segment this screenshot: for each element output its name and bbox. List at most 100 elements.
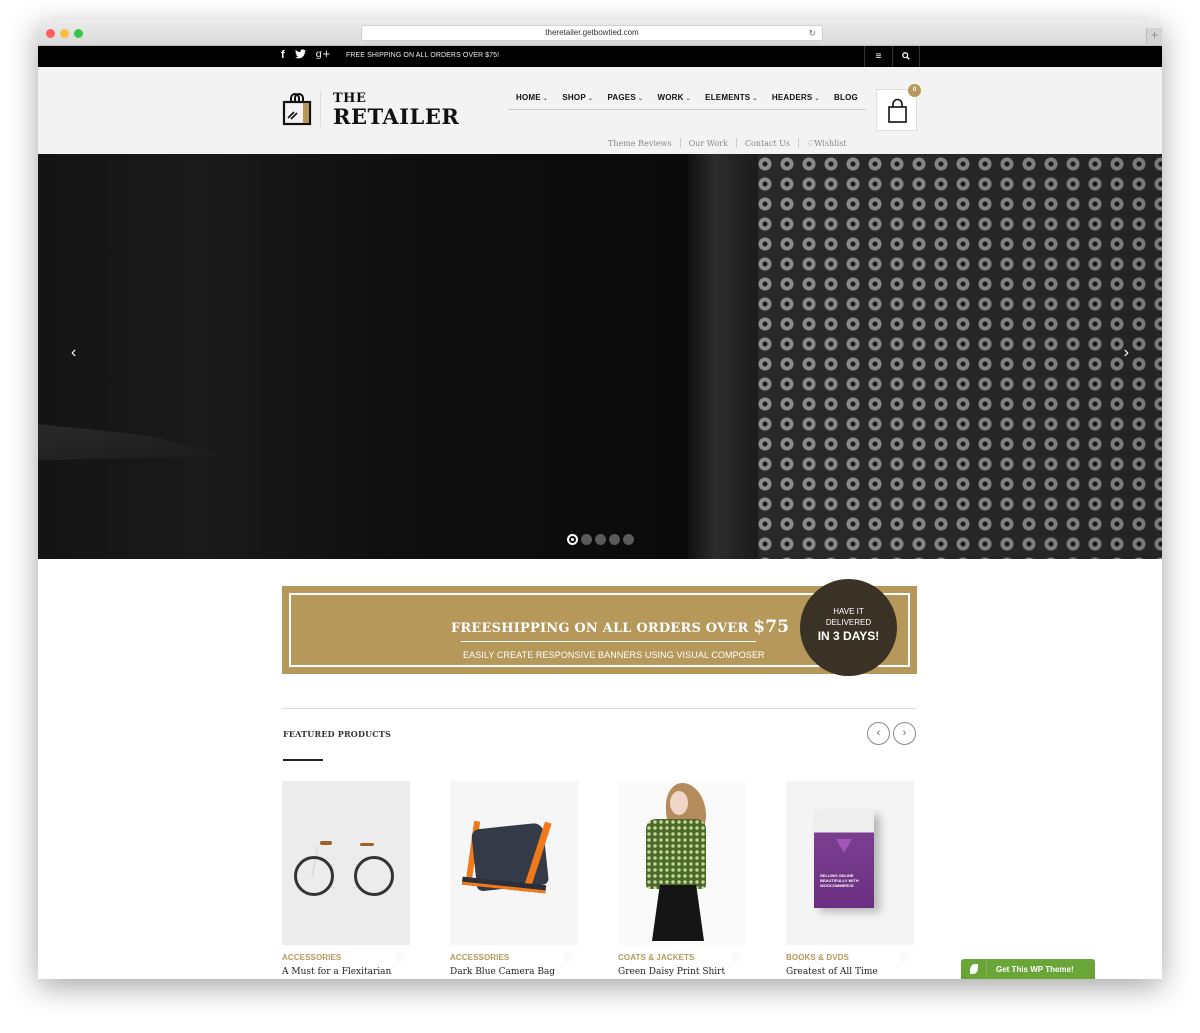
product-image-bicycle[interactable] <box>282 781 410 945</box>
hamburger-icon: ≡ <box>875 51 882 62</box>
nav-blog[interactable]: BLOG <box>834 93 858 102</box>
logo-divider <box>320 91 321 127</box>
delivery-badge: HAVE IT DELIVERED IN 3 DAYS! <box>800 579 897 676</box>
search-icon <box>902 52 910 60</box>
product-name[interactable]: Greatest of All Time <box>786 967 914 977</box>
get-wp-theme-button[interactable]: Get This WP Theme! <box>961 959 1095 979</box>
product-card[interactable]: ACCESSORIES ♡ Dark Blue Camera Bag <box>450 781 578 977</box>
menu-button[interactable]: ≡ <box>864 46 892 67</box>
logo-retailer: RETAILER <box>333 103 460 129</box>
get-wp-theme-label: Get This WP Theme! <box>996 964 1074 974</box>
slider-dot-2[interactable] <box>581 534 592 545</box>
featured-products-title: FEATURED PRODUCTS <box>283 729 391 739</box>
product-category[interactable]: ACCESSORIES <box>450 953 509 964</box>
nav-headers[interactable]: HEADERS ⌄ <box>772 93 820 102</box>
top-bar: f g+ FREE SHIPPING ON ALL ORDERS OVER $7… <box>38 46 1162 67</box>
nav-elements[interactable]: ELEMENTS ⌄ <box>705 93 757 102</box>
book-cover-text: SELLING ONLINE BEAUTIFULLY WITH WOOCOMME… <box>820 873 859 888</box>
slider-dot-3[interactable] <box>595 534 606 545</box>
slider-dot-5[interactable] <box>623 534 634 545</box>
banner-subtitle: EASILY CREATE RESPONSIVE BANNERS USING V… <box>463 650 765 660</box>
site-logo[interactable]: THE RETAILER <box>282 91 459 127</box>
product-image-camera-bag[interactable] <box>450 781 578 945</box>
product-card[interactable]: SELLING ONLINE BEAUTIFULLY WITH WOOCOMME… <box>786 781 914 977</box>
wishlist-heart-icon[interactable]: ♡ <box>732 953 740 964</box>
leaf-icon <box>961 959 987 979</box>
product-list: ACCESSORIES ♡ A Must for a Flexitarian A… <box>282 781 922 977</box>
google-plus-icon[interactable]: g+ <box>316 49 331 62</box>
product-image-book[interactable]: SELLING ONLINE BEAUTIFULLY WITH WOOCOMME… <box>786 781 914 945</box>
banner-price: $75 <box>753 617 790 637</box>
badge-line-2: DELIVERED <box>825 618 872 627</box>
slider-dot-1[interactable] <box>567 534 578 545</box>
divider <box>679 138 681 148</box>
search-button[interactable] <box>892 46 920 67</box>
title-underline <box>283 759 323 761</box>
address-bar[interactable]: theretailer.getbowtied.com ↻ <box>361 25 823 41</box>
section-divider <box>282 708 917 709</box>
url-text: theretailer.getbowtied.com <box>545 28 639 37</box>
subnav-contact-us[interactable]: Contact Us <box>745 139 790 148</box>
twitter-icon[interactable] <box>294 49 306 62</box>
product-image-model-shirt[interactable] <box>618 781 746 945</box>
chevron-down-icon: ⌄ <box>542 96 549 102</box>
chevron-down-icon: ⌄ <box>685 96 691 102</box>
product-card[interactable]: COATS & JACKETS ♡ Green Daisy Print Shir… <box>618 781 746 977</box>
cart-count-badge: 0 <box>908 84 921 97</box>
cart-button[interactable]: 0 <box>876 84 921 131</box>
slider-pagination <box>567 534 634 545</box>
subnav-theme-reviews[interactable]: Theme Reviews <box>608 139 672 148</box>
slider-prev-arrow[interactable]: ‹ <box>71 344 76 362</box>
subnav-wishlist[interactable]: ♡Wishlist <box>807 139 847 148</box>
chevron-down-icon: ⌄ <box>587 96 594 102</box>
reload-icon[interactable]: ↻ <box>808 26 816 40</box>
nav-home[interactable]: HOME ⌄ <box>516 93 548 102</box>
banner-divider <box>461 641 756 642</box>
maximize-window-button[interactable] <box>74 29 83 38</box>
hero-slider: ‹ › <box>38 154 1162 559</box>
product-card[interactable]: ACCESSORIES ♡ A Must for a Flexitarian <box>282 781 410 977</box>
logo-the: THE <box>333 90 367 106</box>
minimize-window-button[interactable] <box>60 29 69 38</box>
social-links: f g+ <box>281 49 330 62</box>
main-nav: HOME ⌄ SHOP ⌄ PAGES ⌄ WORK ⌄ ELEMENTS ⌄ HEADE… <box>508 93 866 110</box>
new-tab-button[interactable]: + <box>1146 28 1162 44</box>
logo-wordmark: THE RETAILER <box>333 92 459 127</box>
banner-title: FREESHIPPING ON ALL ORDERS OVER $75 <box>451 617 790 637</box>
chevron-down-icon: ⌄ <box>814 96 820 102</box>
divider <box>798 138 800 148</box>
wishlist-heart-icon[interactable]: ♡ <box>564 953 572 964</box>
secondary-nav: Theme Reviews Our Work Contact Us ♡Wishl… <box>608 138 847 148</box>
wishlist-heart-icon[interactable]: ♡ <box>396 953 404 964</box>
site-header: THE RETAILER HOME ⌄ SHOP ⌄ PAGES ⌄ WORK ⌄ EL… <box>38 67 1162 154</box>
badge-line-3: IN 3 DAYS! <box>817 629 880 643</box>
facebook-icon[interactable]: f <box>281 49 285 62</box>
product-name[interactable]: Dark Blue Camera Bag <box>450 967 578 977</box>
chevron-down-icon: ⌄ <box>637 96 644 102</box>
product-name[interactable]: Green Daisy Print Shirt <box>618 967 746 977</box>
carousel-prev-button[interactable]: ‹ <box>867 722 890 745</box>
wishlist-heart-icon[interactable]: ♡ <box>900 953 908 964</box>
product-category[interactable]: COATS & JACKETS <box>618 953 694 964</box>
product-name[interactable]: A Must for a Flexitarian <box>282 967 410 977</box>
nav-pages[interactable]: PAGES ⌄ <box>607 93 643 102</box>
page: theretailer.getbowtied.com ↻ + f g+ FREE… <box>0 0 1200 1033</box>
browser-toolbar: theretailer.getbowtied.com ↻ + <box>38 20 1162 46</box>
product-category[interactable]: ACCESSORIES <box>282 953 341 964</box>
slider-dot-4[interactable] <box>609 534 620 545</box>
product-category[interactable]: BOOKS & DVDS <box>786 953 849 964</box>
carousel-next-button[interactable]: › <box>893 722 916 745</box>
free-shipping-promo: FREE SHIPPING ON ALL ORDERS OVER $75! <box>346 52 500 59</box>
slider-next-arrow[interactable]: › <box>1124 344 1129 362</box>
badge-line-1: HAVE IT <box>833 607 864 616</box>
topbar-actions: ≡ <box>864 46 920 67</box>
nav-shop[interactable]: SHOP ⌄ <box>562 93 593 102</box>
nav-work[interactable]: WORK ⌄ <box>657 93 690 102</box>
carousel-nav: ‹ › <box>867 722 916 745</box>
browser-window: theretailer.getbowtied.com ↻ + f g+ FREE… <box>38 20 1162 979</box>
close-window-button[interactable] <box>46 29 55 38</box>
shopping-bag-logo-icon <box>282 93 312 126</box>
subnav-our-work[interactable]: Our Work <box>689 139 728 148</box>
divider <box>735 138 737 148</box>
chevron-down-icon: ⌄ <box>752 96 758 102</box>
